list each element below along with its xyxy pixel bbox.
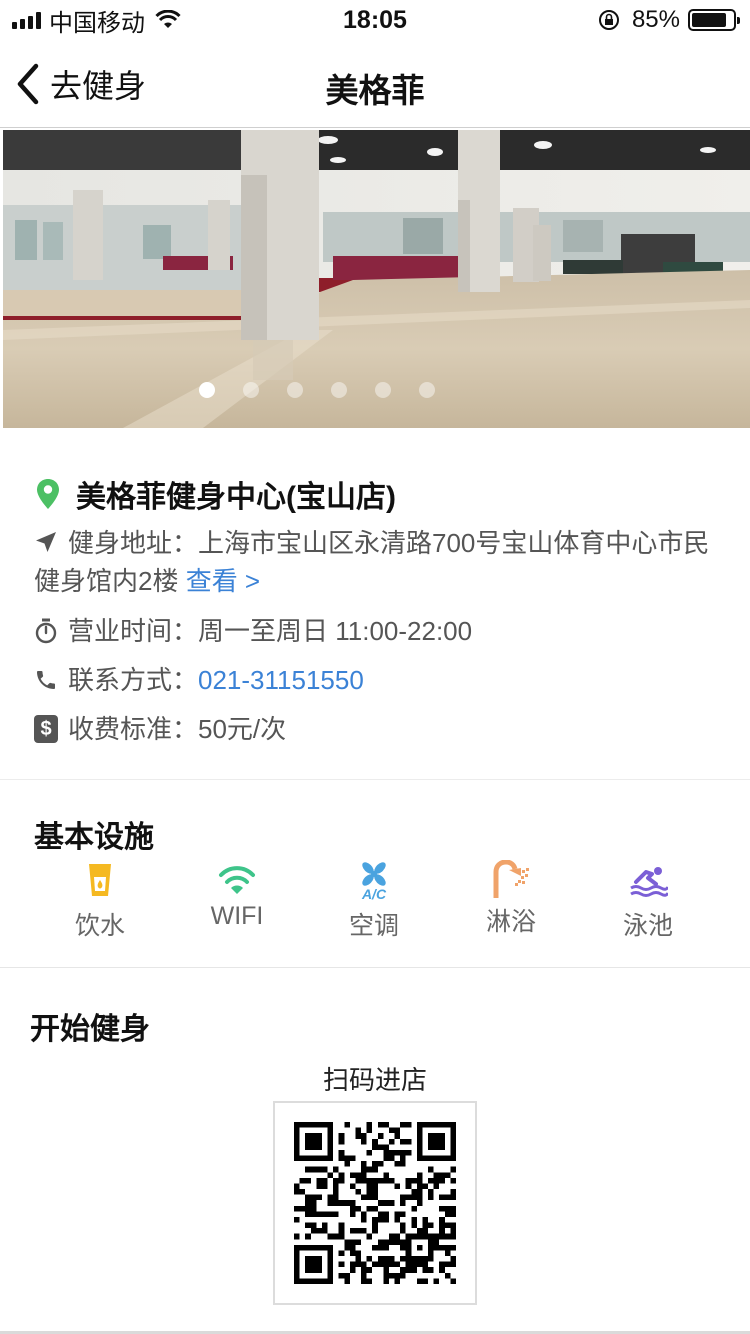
hours-label: 营业时间： bbox=[68, 616, 199, 646]
facility-label: 淋浴 bbox=[485, 908, 536, 936]
navigation-bar: 去健身 美格菲 bbox=[0, 42, 750, 128]
fee-row: $ 收费标准： 50元/次 bbox=[34, 710, 286, 748]
facility-label: WIFI bbox=[210, 902, 264, 930]
facilities-section: 基本设施 饮水 WIFI A/C 空调 淋浴 泳池 bbox=[0, 780, 750, 968]
phone-icon bbox=[34, 661, 58, 699]
phone-number-link[interactable]: 021-31151550 bbox=[198, 661, 364, 699]
facility-shower: 淋浴 bbox=[451, 860, 571, 938]
hours-value: 周一至周日 11:00-22:00 bbox=[198, 616, 473, 646]
facility-swimming-pool: 泳池 bbox=[588, 860, 708, 942]
qr-code-image bbox=[294, 1122, 456, 1284]
address-view-link[interactable]: 查看 > bbox=[186, 566, 260, 596]
fee-label: 收费标准： bbox=[68, 714, 199, 744]
carousel-dot[interactable] bbox=[198, 382, 215, 398]
stopwatch-icon bbox=[34, 612, 58, 650]
swimming-icon bbox=[630, 867, 668, 897]
battery-icon bbox=[688, 9, 740, 31]
start-workout-section: 开始健身 扫码进店 bbox=[0, 968, 750, 1334]
fee-value: 50元/次 bbox=[198, 714, 287, 744]
water-cup-icon bbox=[89, 864, 111, 896]
phone-label: 联系方式： bbox=[68, 665, 199, 695]
rotation-lock-icon bbox=[598, 10, 619, 30]
status-bar: 中国移动 18:05 85% bbox=[0, 0, 750, 42]
svg-text:A/C: A/C bbox=[361, 886, 387, 900]
price-icon: $ bbox=[34, 710, 58, 748]
facilities-title: 基本设施 bbox=[34, 821, 154, 854]
battery-fill bbox=[692, 13, 726, 27]
start-title: 开始健身 bbox=[30, 1013, 150, 1046]
dollar-glyph: $ bbox=[34, 715, 58, 743]
gym-info-section: 美格菲健身中心(宝山店) 健身地址：上海市宝山区永清路700号宝山体育中心市民健… bbox=[0, 428, 750, 780]
phone-row: 联系方式： 021-31151550 bbox=[34, 661, 364, 699]
address-label: 健身地址： bbox=[68, 528, 199, 558]
battery-percent: 85% bbox=[631, 6, 680, 33]
page-title: 美格菲 bbox=[325, 72, 425, 109]
facility-drinking-water: 饮水 bbox=[40, 860, 160, 942]
status-right: 85% bbox=[598, 6, 740, 34]
carousel-dot[interactable] bbox=[286, 382, 303, 398]
carousel-dot[interactable] bbox=[242, 382, 259, 398]
carousel-dot[interactable] bbox=[330, 382, 347, 398]
wifi-icon bbox=[219, 866, 255, 894]
address-row: 健身地址：上海市宝山区永清路700号宝山体育中心市民健身馆内2楼 查看 > bbox=[34, 524, 714, 600]
carousel-dot[interactable] bbox=[418, 382, 435, 398]
gym-name-row: 美格菲健身中心(宝山店) bbox=[36, 472, 396, 516]
facility-label: 空调 bbox=[348, 912, 399, 940]
navigation-arrow-icon bbox=[36, 532, 56, 552]
scan-label: 扫码进店 bbox=[322, 1065, 427, 1095]
facility-label: 饮水 bbox=[74, 912, 125, 940]
facility-label: 泳池 bbox=[622, 912, 673, 940]
qr-code bbox=[273, 1101, 477, 1305]
air-conditioner-icon: A/C bbox=[361, 862, 387, 900]
facility-air-conditioning: A/C 空调 bbox=[314, 860, 434, 942]
location-pin-icon bbox=[37, 479, 59, 509]
facility-wifi: WIFI bbox=[177, 860, 297, 931]
hours-row: 营业时间： 周一至周日 11:00-22:00 bbox=[34, 612, 472, 650]
photo-carousel[interactable] bbox=[3, 130, 750, 428]
carousel-indicators bbox=[3, 382, 750, 398]
carousel-dot[interactable] bbox=[374, 382, 391, 398]
shower-icon bbox=[493, 860, 529, 898]
gym-name: 美格菲健身中心(宝山店) bbox=[76, 481, 396, 514]
